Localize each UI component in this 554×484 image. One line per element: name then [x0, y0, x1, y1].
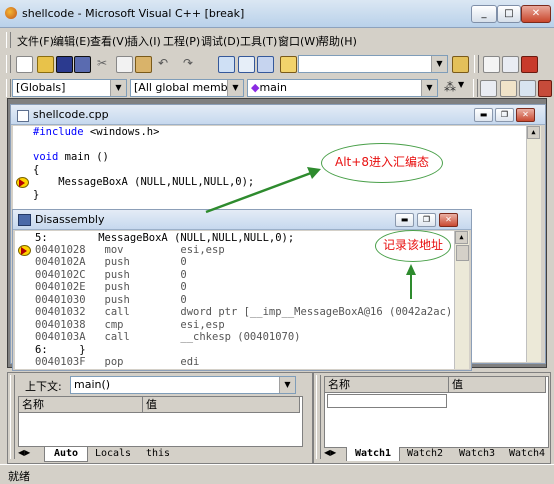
annotation-arrows [205, 167, 416, 299]
variables-value-header[interactable]: 值 [143, 397, 300, 413]
wizard-bar: [Globals] ▼ [All global members ▼ ◆main ▼ ⁂… [0, 77, 554, 99]
menu-grip [6, 32, 11, 48]
variables-grip [10, 375, 15, 459]
menu-help[interactable]: 帮助(H) [318, 33, 357, 49]
status-bar: 就绪 [0, 464, 554, 483]
variables-name-header[interactable]: 名称 [19, 397, 143, 413]
tab-watch4[interactable]: Watch4 [504, 447, 547, 461]
undo-icon[interactable]: ↶ [158, 56, 173, 71]
watch-tab-strip: ◀▶ Watch1 Watch2 Watch3 Watch4 [324, 447, 547, 461]
find-in-files-icon[interactable] [280, 56, 297, 73]
menu-project[interactable]: 工程(P) [163, 33, 200, 49]
compile-icon[interactable] [483, 56, 500, 73]
go-icon[interactable] [480, 80, 497, 97]
menu-file[interactable]: 文件(F) [17, 33, 54, 49]
variables-tab-strip: ◀▶ Auto Locals this [18, 447, 301, 462]
window-list-icon[interactable] [257, 56, 274, 73]
find-combo[interactable]: ▼ [298, 55, 448, 73]
workspace-icon[interactable] [218, 56, 235, 73]
members-combo[interactable]: ◆main ▼ [247, 79, 438, 97]
save-icon[interactable] [56, 56, 73, 73]
minimize-icon[interactable]: _ [471, 5, 497, 23]
tab-watch2[interactable]: Watch2 [400, 447, 450, 461]
variables-pane: 上下文: main() ▼ 名称 值 ◀▶ Auto Locals this [7, 372, 313, 464]
watch-pane: 名称 值 ◀▶ Watch1 Watch2 Watch3 Watch4 [313, 372, 551, 464]
tab-locals[interactable]: Locals [88, 447, 138, 461]
title-bar: shellcode - Microsoft Visual C++ [break]… [0, 0, 554, 28]
save-all-icon[interactable] [74, 56, 91, 73]
tab-auto[interactable]: Auto [44, 447, 88, 462]
redo-icon[interactable]: ↷ [183, 56, 198, 71]
wizard-action-icon[interactable]: ⁂ [444, 80, 459, 95]
open-folder-icon[interactable] [37, 56, 54, 73]
copy-icon[interactable] [116, 56, 133, 73]
menu-insert[interactable]: 插入(I) [127, 33, 161, 49]
wizard-dropdown-icon[interactable]: ▼ [458, 80, 473, 95]
insert-breakpoint-icon[interactable] [519, 80, 536, 97]
remove-breakpoint-icon[interactable] [538, 80, 552, 97]
watch-edit-cell[interactable] [327, 394, 447, 408]
status-text: 就绪 [8, 470, 30, 483]
menu-tools[interactable]: 工具(T) [240, 33, 277, 49]
record-arrowhead [406, 264, 416, 275]
window-title: shellcode - Microsoft Visual C++ [break] [22, 7, 245, 20]
variables-grid[interactable]: 名称 值 [18, 396, 303, 447]
cut-icon[interactable]: ✂ [97, 56, 112, 71]
tab-watch3[interactable]: Watch3 [452, 447, 502, 461]
find-icon[interactable] [452, 56, 469, 73]
menu-view[interactable]: 查看(V) [90, 33, 128, 49]
paste-icon[interactable] [135, 56, 152, 73]
build-icon[interactable] [502, 56, 519, 73]
tab-scroll-icon[interactable]: ◀▶ [18, 448, 30, 457]
menu-debug[interactable]: 调试(D) [201, 33, 240, 49]
filter-combo[interactable]: [All global members ▼ [130, 79, 244, 97]
standard-toolbar: ✂ ↶ ↷ ▼ [0, 53, 554, 75]
toolbar-grip [6, 55, 11, 73]
stop-build-icon[interactable] [521, 56, 538, 73]
menu-edit[interactable]: 编辑(E) [53, 33, 91, 49]
watch-name-header[interactable]: 名称 [325, 377, 449, 393]
tab-this[interactable]: this [140, 447, 176, 461]
watch-value-header[interactable]: 值 [449, 377, 546, 393]
toolbar-grip-3 [473, 79, 478, 97]
menu-bar: 文件(F) 编辑(E) 查看(V) 插入(I) 工程(P) 调试(D) 工具(T… [0, 30, 554, 50]
app-icon [5, 7, 17, 19]
maximize-icon[interactable]: □ [497, 5, 521, 23]
context-combo[interactable]: main() ▼ [70, 376, 296, 394]
class-combo[interactable]: [Globals] ▼ [12, 79, 127, 97]
context-label: 上下文: [25, 380, 62, 393]
step-icon[interactable] [500, 80, 517, 97]
new-file-icon[interactable] [16, 56, 33, 73]
tab-scroll-icon[interactable]: ◀▶ [324, 448, 336, 457]
close-icon[interactable]: ✕ [521, 5, 551, 23]
watch-grip [316, 375, 321, 459]
output-window-icon[interactable] [238, 56, 255, 73]
mdi-client-area: shellcode.cpp ▬ ❐ ✕ #include <windows.h>… [7, 98, 547, 371]
toolbar-grip-2 [474, 55, 479, 73]
menu-window[interactable]: 窗口(W) [278, 33, 319, 49]
watch-grid[interactable]: 名称 值 [324, 376, 549, 448]
wizard-grip [6, 79, 11, 97]
tab-watch1[interactable]: Watch1 [346, 447, 400, 461]
hotkey-arrow [205, 171, 312, 214]
